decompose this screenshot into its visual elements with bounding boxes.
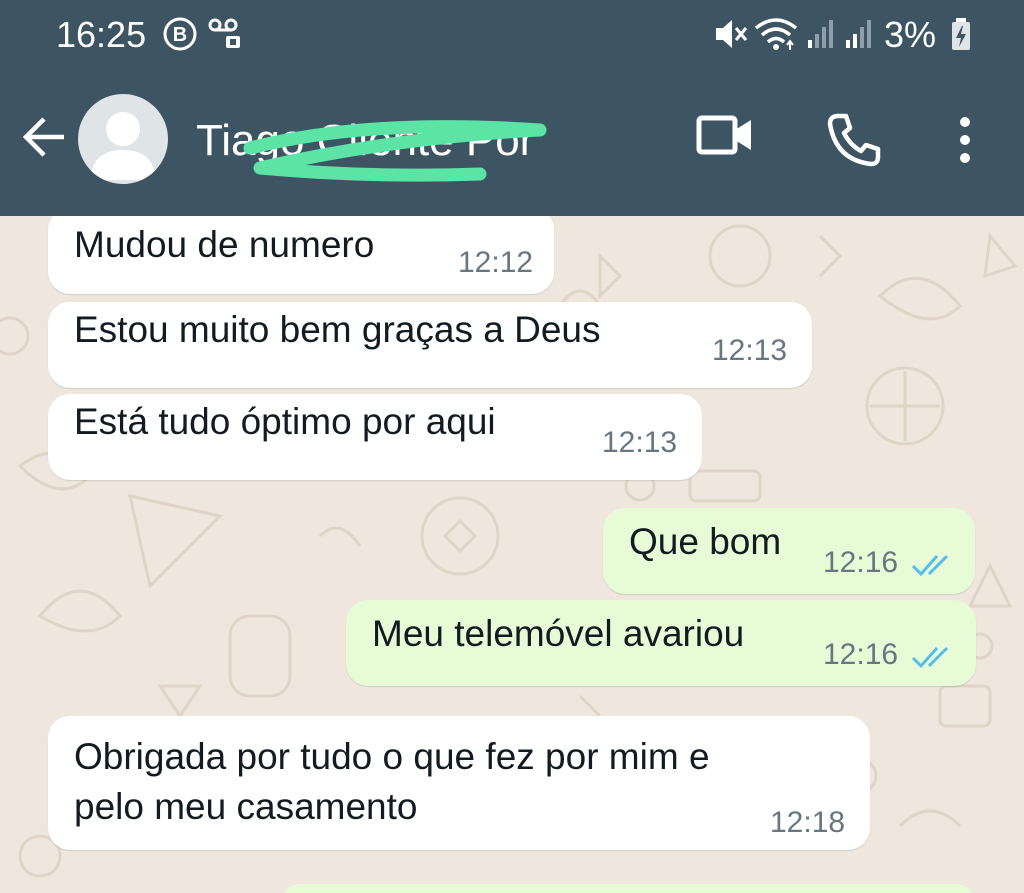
message-text-line: Obrigada por tudo o que fez por mim e bbox=[74, 736, 710, 777]
message-text: Meu telemóvel avariou bbox=[372, 613, 745, 654]
avatar[interactable] bbox=[78, 94, 168, 184]
avatar-icon bbox=[90, 112, 156, 180]
status-time: 16:25 bbox=[56, 14, 147, 55]
signal-icon bbox=[808, 20, 833, 48]
message-bubble-incoming[interactable]: Está tudo óptimo por aqui 12:13 bbox=[48, 394, 702, 480]
read-receipt-icon bbox=[911, 646, 949, 669]
message-bubble-incoming[interactable]: Obrigada por tudo o que fez por mim e pe… bbox=[48, 716, 870, 850]
status-bar: 16:25 B 3% bbox=[0, 0, 1024, 72]
chat-area[interactable]: Mudou de numero 12:12 Estou muito bem gr… bbox=[0, 216, 1024, 893]
message-time: 12:12 bbox=[458, 246, 534, 279]
message-bubble-incoming[interactable]: Estou muito bem graças a Deus 12:13 bbox=[48, 302, 812, 388]
battery-percent: 3% bbox=[884, 14, 937, 55]
message-text: Estou muito bem graças a Deus bbox=[74, 309, 601, 350]
message-bubble-incoming[interactable]: Mudou de numero 12:12 bbox=[48, 216, 554, 294]
charging-battery-icon bbox=[952, 18, 970, 50]
mute-icon bbox=[716, 20, 748, 48]
back-arrow-icon[interactable] bbox=[20, 112, 70, 162]
chat-header: Tiago Cliente Por bbox=[0, 72, 1024, 216]
message-time: 12:13 bbox=[712, 334, 788, 367]
message-text: Está tudo óptimo por aqui bbox=[74, 401, 496, 442]
business-b-icon: B bbox=[163, 17, 197, 51]
message-time: 12:16 bbox=[823, 638, 899, 671]
message-time: 12:16 bbox=[823, 546, 899, 579]
redaction-scribble bbox=[243, 120, 547, 182]
message-bubble-outgoing[interactable]: Meu telemóvel avariou 12:16 bbox=[346, 600, 976, 686]
phone-icon[interactable] bbox=[826, 112, 882, 168]
video-call-icon[interactable] bbox=[696, 112, 754, 158]
message-text-line: pelo meu casamento bbox=[74, 786, 418, 827]
more-vert-icon[interactable] bbox=[950, 112, 980, 168]
message-bubble-outgoing[interactable]: Que bom 12:16 bbox=[603, 508, 975, 594]
message-time: 12:13 bbox=[602, 426, 678, 459]
message-bubble-outgoing[interactable] bbox=[280, 884, 976, 893]
wifi-icon bbox=[754, 18, 798, 50]
signal-icon bbox=[846, 20, 871, 48]
voicemail-icon bbox=[208, 18, 240, 48]
svg-text:B: B bbox=[173, 24, 187, 46]
message-text: Que bom bbox=[629, 521, 782, 562]
message-text: Mudou de numero bbox=[74, 224, 375, 265]
read-receipt-icon bbox=[911, 554, 949, 577]
message-time: 12:18 bbox=[770, 806, 846, 839]
